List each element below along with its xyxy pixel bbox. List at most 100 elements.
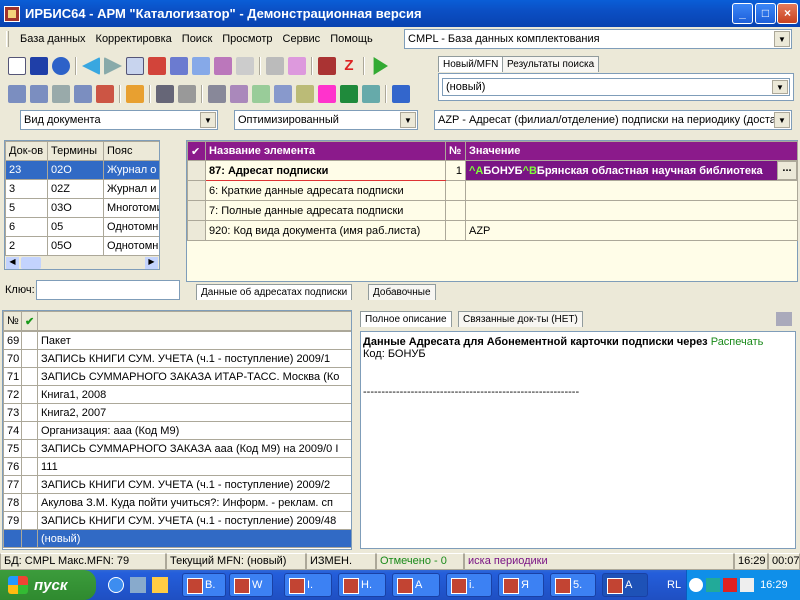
- task-item[interactable]: i.: [446, 573, 492, 597]
- language-indicator[interactable]: RL: [667, 579, 681, 591]
- new-document-icon[interactable]: [8, 57, 26, 75]
- dictionary-row[interactable]: 23 02O Журнал о: [5, 160, 159, 180]
- worksheet-select[interactable]: AZP - Адресат (филиал/отделение) подписк…: [434, 110, 792, 130]
- volume-icon[interactable]: [740, 578, 755, 592]
- chevron-down-icon[interactable]: ▼: [400, 112, 416, 128]
- col-explanation[interactable]: Пояс: [103, 141, 159, 161]
- tray-icon[interactable]: [689, 578, 704, 592]
- record-row[interactable]: 72 Книга1, 2008: [3, 385, 351, 404]
- chart-icon[interactable]: [318, 85, 336, 103]
- field-row[interactable]: 920: Код вида документа (имя раб.листа) …: [187, 220, 798, 241]
- task-item-active[interactable]: А: [602, 573, 648, 597]
- arrow-right-icon[interactable]: [104, 57, 122, 75]
- z3950-icon[interactable]: Z: [340, 57, 358, 75]
- quicklaunch-icon[interactable]: [152, 577, 168, 593]
- record-row[interactable]: 74 Организация: ааа (Код М9): [3, 421, 351, 440]
- dictionary-row[interactable]: 6 05 Однотомн: [5, 217, 159, 237]
- key-input[interactable]: [36, 280, 180, 300]
- start-button[interactable]: пуск: [0, 570, 96, 600]
- field-row[interactable]: 87: Адресат подписки 1 ^AБОНУБ^BБрянская…: [187, 160, 798, 181]
- record-check[interactable]: [21, 385, 38, 404]
- explorer-icon[interactable]: [130, 577, 146, 593]
- doc-type-select[interactable]: Вид документа ▼: [20, 110, 218, 130]
- export-icon[interactable]: [230, 85, 248, 103]
- refresh-icon[interactable]: [362, 85, 380, 103]
- record-row[interactable]: 71 ЗАПИСЬ СУММАРНОГО ЗАКАЗА ИТАР-ТАСС. Мо…: [3, 367, 351, 386]
- record-check[interactable]: [21, 349, 38, 368]
- import-icon[interactable]: [252, 85, 270, 103]
- field-value[interactable]: [465, 180, 798, 201]
- mode-select[interactable]: Оптимизированный ▼: [234, 110, 418, 130]
- record-check[interactable]: [21, 439, 38, 458]
- tab-additional[interactable]: Добавочные: [368, 284, 436, 300]
- record-row[interactable]: 76 111: [3, 457, 351, 476]
- help-icon[interactable]: [392, 85, 410, 103]
- tab-subscription-addressees[interactable]: Данные об адресатах подписки: [196, 284, 353, 300]
- edit-icon[interactable]: [214, 57, 232, 75]
- record-check[interactable]: [21, 493, 38, 512]
- task-item[interactable]: Я: [498, 573, 544, 597]
- close-button[interactable]: ×: [777, 3, 798, 24]
- filter-icon[interactable]: [288, 57, 306, 75]
- record-row[interactable]: 75 ЗАПИСЬ СУММАРНОГО ЗАКАЗА ааа (Код М9) …: [3, 439, 351, 458]
- dictionary-row[interactable]: 2 05O Однотомн: [5, 236, 159, 256]
- view-icon[interactable]: [74, 85, 92, 103]
- tab-linked-docs[interactable]: Связанные док-ты (НЕТ): [458, 311, 583, 327]
- tab-full-description[interactable]: Полное описание: [360, 311, 452, 327]
- task-item[interactable]: W: [229, 573, 273, 597]
- scroll-right-icon[interactable]: ▶: [145, 257, 158, 269]
- dictionary-row[interactable]: 3 02Z Журнал и: [5, 179, 159, 199]
- menu-edit[interactable]: Корректировка: [91, 33, 177, 45]
- col-terms[interactable]: Термины: [47, 141, 104, 161]
- chevron-down-icon[interactable]: ▼: [774, 31, 790, 47]
- list-icon[interactable]: [192, 57, 210, 75]
- col-occurrence[interactable]: №: [445, 141, 466, 161]
- chevron-down-icon[interactable]: ▼: [772, 80, 788, 94]
- field-row[interactable]: 7: Полные данные адресата подписки: [187, 200, 798, 221]
- record-row[interactable]: 70 ЗАПИСЬ КНИГИ СУМ. УЧЕТА (ч.1 - поступл…: [3, 349, 351, 368]
- dictionary-hscrollbar[interactable]: ◀ ▶: [5, 255, 159, 269]
- tab-new-mfn[interactable]: Новый/MFN: [438, 56, 504, 72]
- delete-icon[interactable]: [236, 57, 254, 75]
- record-check[interactable]: [21, 367, 38, 386]
- record-check[interactable]: [21, 403, 38, 422]
- chevron-down-icon[interactable]: ▼: [200, 112, 216, 128]
- menu-help[interactable]: Помощь: [325, 33, 378, 45]
- field-row[interactable]: 6: Краткие данные адресата подписки: [187, 180, 798, 201]
- record-check[interactable]: [21, 511, 38, 530]
- print-icon[interactable]: [208, 85, 226, 103]
- copy-icon[interactable]: [274, 85, 292, 103]
- record-check[interactable]: [21, 421, 38, 440]
- frame-icon[interactable]: [52, 85, 70, 103]
- minimize-button[interactable]: _: [732, 3, 753, 24]
- col-element-name[interactable]: Название элемента: [205, 141, 446, 161]
- scroll-thumb[interactable]: [21, 257, 41, 269]
- print-link[interactable]: Распечать: [711, 336, 764, 348]
- record-check[interactable]: [21, 475, 38, 494]
- stack-icon[interactable]: [170, 57, 188, 75]
- ellipsis-button[interactable]: ...: [777, 161, 797, 180]
- task-item[interactable]: В.: [182, 573, 226, 597]
- tools-icon[interactable]: [126, 85, 144, 103]
- grid-icon[interactable]: [148, 57, 166, 75]
- preview-print-icon[interactable]: [776, 312, 792, 326]
- record-row[interactable]: (новый): [3, 529, 351, 548]
- link-icon[interactable]: [96, 85, 114, 103]
- task-item[interactable]: Н.: [338, 573, 386, 597]
- lock-icon[interactable]: [266, 57, 284, 75]
- field-value[interactable]: [465, 200, 798, 221]
- col-value[interactable]: Значение: [465, 141, 798, 161]
- database-select[interactable]: CMPL - База данных комплектования ▼: [404, 29, 792, 49]
- irbis-icon[interactable]: [318, 57, 336, 75]
- record-row[interactable]: 77 ЗАПИСЬ КНИГИ СУМ. УЧЕТА (ч.1 - поступл…: [3, 475, 351, 494]
- format2-icon[interactable]: [30, 85, 48, 103]
- menu-view[interactable]: Просмотр: [217, 33, 277, 45]
- task-item[interactable]: 5.: [550, 573, 596, 597]
- irbis-app-icon[interactable]: [4, 5, 20, 22]
- task-item[interactable]: I.: [284, 573, 332, 597]
- menu-search[interactable]: Поиск: [177, 33, 217, 45]
- document-icon[interactable]: [178, 85, 196, 103]
- record-select[interactable]: (новый) ▼: [442, 78, 790, 96]
- menu-database[interactable]: База данных: [15, 33, 91, 45]
- record-check[interactable]: [21, 529, 38, 548]
